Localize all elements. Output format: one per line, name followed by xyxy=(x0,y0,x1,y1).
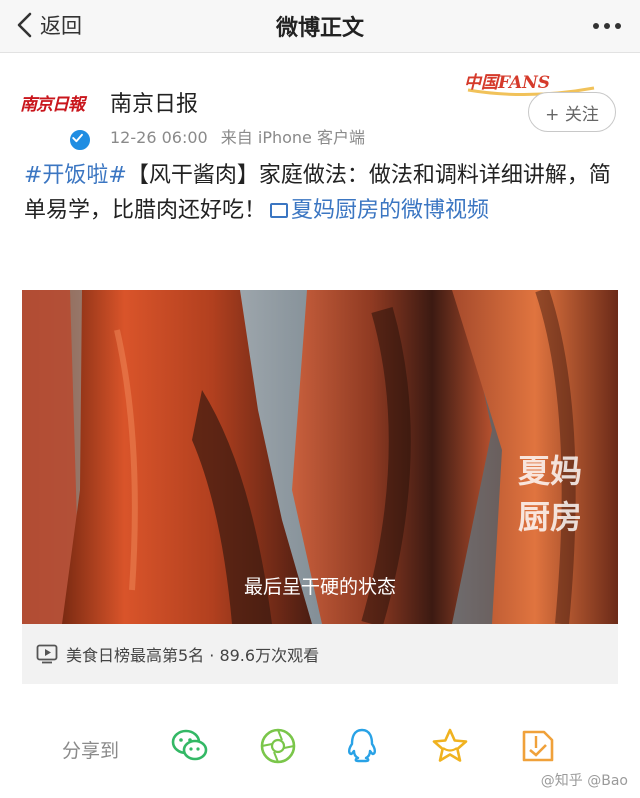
post-time: 12-26 06:00 xyxy=(110,128,208,147)
watermark-line-2: 厨房 xyxy=(518,498,583,536)
share-bar: 分享到 xyxy=(0,716,640,776)
fans-badge-text: 中国FANS xyxy=(464,73,550,93)
video-player[interactable]: 夏妈 厨房 最后呈干硬的状态 xyxy=(22,290,618,624)
video-stats-text: 美食日榜最高第5名 · 89.6万次观看 xyxy=(66,646,320,665)
hashtag-link[interactable]: #开饭啦# xyxy=(24,163,127,188)
video-link-icon xyxy=(270,203,289,218)
post-header: 南京日報 南京日报 12-26 06:00 来自 iPhone 客户端 中国FA… xyxy=(0,62,640,156)
video-play-icon xyxy=(36,644,58,664)
post-body: #开饭啦#【风干酱肉】家庭做法：做法和调料详细讲解，简单易学，比腊肉还好吃！ 夏妈… xyxy=(24,158,620,228)
post-meta: 12-26 06:00 来自 iPhone 客户端 xyxy=(110,124,365,148)
top-nav-bar: 返回 微博正文 xyxy=(0,0,640,53)
page-title: 微博正文 xyxy=(275,16,364,41)
author-name[interactable]: 南京日报 xyxy=(110,86,198,118)
qq-icon[interactable] xyxy=(342,726,382,766)
avatar-logo-text: 南京日報 xyxy=(20,95,85,115)
follow-button[interactable]: + 关注 xyxy=(528,92,616,132)
watermark-line-1: 夏妈 xyxy=(518,452,583,490)
moments-icon[interactable] xyxy=(258,726,298,766)
avatar[interactable]: 南京日報 xyxy=(20,90,92,128)
video-link[interactable]: 夏妈厨房的微博视频 xyxy=(291,198,489,223)
wechat-icon[interactable] xyxy=(170,726,210,766)
share-label: 分享到 xyxy=(62,740,120,762)
site-watermark: @知乎 @Bao xyxy=(540,773,628,789)
more-options-icon[interactable] xyxy=(590,12,624,40)
video-watermark: 夏妈 厨房 xyxy=(518,448,582,540)
verified-badge-icon xyxy=(68,128,92,152)
video-subtitle: 最后呈干硬的状态 xyxy=(243,576,396,598)
favorite-icon[interactable] xyxy=(430,726,470,766)
post-source: 来自 iPhone 客户端 xyxy=(220,128,365,147)
video-stats-bar[interactable]: 美食日榜最高第5名 · 89.6万次观看 xyxy=(22,624,618,684)
save-icon[interactable] xyxy=(518,726,558,766)
